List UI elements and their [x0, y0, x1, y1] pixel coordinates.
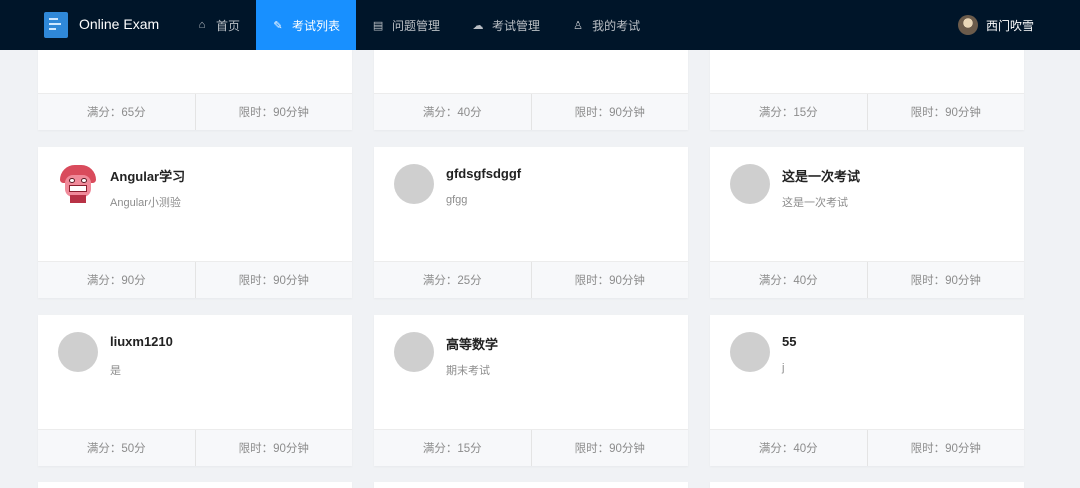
menu-item-exam-list[interactable]: ✎ 考试列表 [256, 0, 357, 50]
exam-avatar [394, 164, 434, 204]
exam-title[interactable]: 高等数学 [446, 334, 498, 353]
user-icon: ♙ [573, 19, 583, 32]
exam-avatar [730, 164, 770, 204]
exam-card[interactable] [38, 482, 352, 488]
card-footer: 满分：90分 限时：90分钟 [38, 261, 352, 298]
card-footer: 满分：25分 限时：90分钟 [374, 261, 688, 298]
menu-item-label: 首页 [216, 18, 241, 33]
exam-card[interactable]: liuxm1210 是 满分：50分 限时：90分钟 [38, 315, 352, 466]
question-manage-icon: ▤ [372, 19, 384, 32]
exam-avatar [730, 332, 770, 372]
exam-description: 这是一次考试 [782, 197, 848, 209]
exam-card[interactable] [374, 482, 688, 488]
exam-title[interactable]: 55 [782, 334, 796, 349]
full-score: 满分：90分 [86, 275, 146, 287]
angular-mascot-icon [58, 163, 98, 203]
exam-card[interactable]: 高等数学 期末考试 满分：15分 限时：90分钟 [374, 315, 688, 466]
exam-title[interactable]: 这是一次考试 [782, 166, 860, 185]
exam-title[interactable]: liuxm1210 [110, 334, 173, 349]
full-score: 满分：15分 [422, 443, 482, 455]
time-limit: 限时：90分钟 [194, 262, 353, 298]
app-logo-icon[interactable] [44, 12, 68, 38]
full-score: 满分：65分 [86, 107, 146, 119]
main-menu: ⌂ 首页 ✎ 考试列表 ▤ 问题管理 ☁ 考试管理 ♙ 我的考试 [180, 0, 656, 50]
username: 西门吹雪 [985, 18, 1034, 33]
time-limit: 限时：90分钟 [194, 94, 353, 130]
exam-description: Angular小测验 [110, 197, 181, 209]
time-limit: 限时：90分钟 [866, 94, 1025, 130]
exam-list-icon: ✎ [273, 19, 283, 32]
home-icon: ⌂ [198, 19, 206, 31]
menu-item-question-manage[interactable]: ▤ 问题管理 [356, 0, 456, 50]
card-footer: 满分：65分 限时：90分钟 [38, 93, 352, 130]
exam-manage-icon: ☁ [472, 19, 484, 32]
menu-item-label: 考试列表 [292, 18, 341, 33]
menu-item-home[interactable]: ⌂ 首页 [180, 0, 256, 50]
menu-item-label: 考试管理 [492, 18, 541, 33]
full-score: 满分：40分 [758, 443, 818, 455]
menu-item-exam-manage[interactable]: ☁ 考试管理 [456, 0, 556, 50]
card-footer: 满分：40分 限时：90分钟 [374, 93, 688, 130]
menu-item-label: 我的考试 [592, 18, 641, 33]
app-brand[interactable]: Online Exam [79, 16, 159, 32]
time-limit: 限时：90分钟 [866, 430, 1025, 466]
exam-title[interactable]: gfdsgfsdggf [446, 166, 521, 181]
full-score: 满分：15分 [758, 107, 818, 119]
user-avatar[interactable] [957, 15, 978, 35]
exam-title[interactable]: Angular学习 [110, 166, 185, 185]
card-footer: 满分：40分 限时：90分钟 [710, 261, 1024, 298]
exam-avatar [394, 332, 434, 372]
exam-card[interactable]: 这是一次考试 这是一次考试 满分：40分 限时：90分钟 [710, 147, 1024, 298]
exam-card[interactable]: Angular学习 Angular小测验 满分：90分 限时：90分钟 [38, 147, 352, 298]
exam-avatar [58, 332, 98, 372]
exam-description: 是 [110, 365, 121, 377]
menu-item-my-exams[interactable]: ♙ 我的考试 [556, 0, 656, 50]
exam-description: 期末考试 [446, 365, 490, 377]
user-menu[interactable]: 西门吹雪 [957, 0, 1034, 50]
time-limit: 限时：90分钟 [530, 94, 689, 130]
card-footer: 满分：50分 限时：90分钟 [38, 429, 352, 466]
exam-card[interactable] [710, 482, 1024, 488]
time-limit: 限时：90分钟 [866, 262, 1025, 298]
menu-item-label: 问题管理 [392, 18, 441, 33]
exam-card[interactable]: 55 j 满分：40分 限时：90分钟 [710, 315, 1024, 466]
card-footer: 满分：15分 限时：90分钟 [710, 93, 1024, 130]
card-footer: 满分：40分 限时：90分钟 [710, 429, 1024, 466]
top-navbar: Online Exam ⌂ 首页 ✎ 考试列表 ▤ 问题管理 ☁ 考试管理 ♙ … [0, 0, 1080, 50]
time-limit: 限时：90分钟 [530, 262, 689, 298]
time-limit: 限时：90分钟 [194, 430, 353, 466]
exam-description: gfgg [446, 194, 468, 206]
card-footer: 满分：15分 限时：90分钟 [374, 429, 688, 466]
exam-description: j [782, 362, 785, 374]
full-score: 满分：50分 [86, 443, 146, 455]
exam-card[interactable]: gfdsgfsdggf gfgg 满分：25分 限时：90分钟 [374, 147, 688, 298]
full-score: 满分：40分 [422, 107, 482, 119]
full-score: 满分：40分 [758, 275, 818, 287]
full-score: 满分：25分 [422, 275, 482, 287]
time-limit: 限时：90分钟 [530, 430, 689, 466]
